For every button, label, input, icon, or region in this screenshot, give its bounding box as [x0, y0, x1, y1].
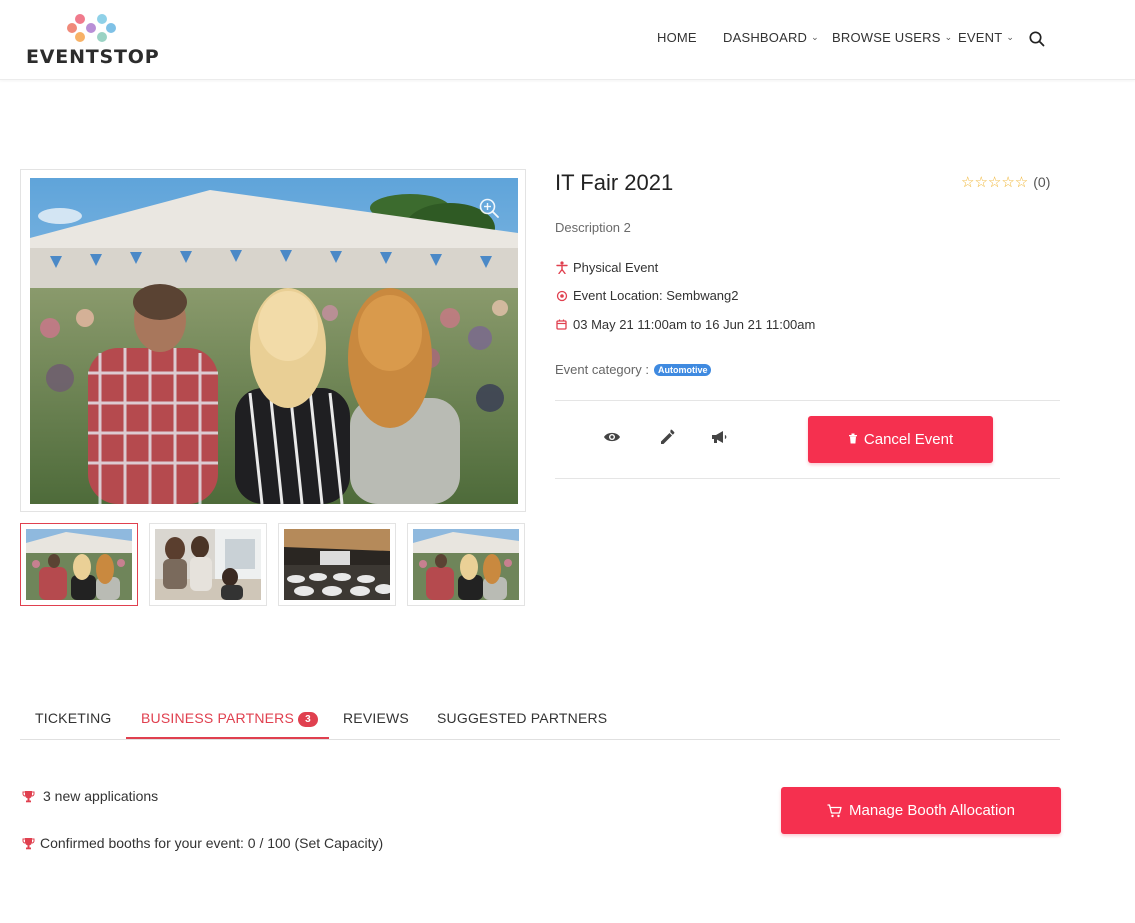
event-description: Description 2: [555, 220, 631, 235]
event-title: IT Fair 2021: [555, 170, 674, 195]
category-badge[interactable]: Automotive: [653, 363, 712, 376]
tab-reviews[interactable]: REVIEWS: [343, 710, 409, 726]
gallery-thumbnail[interactable]: [278, 523, 396, 606]
event-type-row: Physical Event: [555, 260, 658, 275]
trophy-icon: [22, 790, 35, 802]
event-location-row: Event Location: Sembwang2: [555, 288, 739, 303]
event-tabs: TICKETING BUSINESS PARTNERS 3 REVIEWS SUG…: [20, 700, 1060, 740]
tab-business-partners[interactable]: BUSINESS PARTNERS 3: [141, 710, 319, 728]
gallery-thumbnail[interactable]: [20, 523, 138, 606]
gallery-thumbnail[interactable]: [149, 523, 267, 606]
site-header: EVENTSTOP HOME DASHBOARD ⌄ BROWSE USERS ⌄ …: [0, 0, 1135, 80]
main-image-frame: [20, 169, 526, 512]
manage-booth-label: Manage Booth Allocation: [849, 802, 1015, 819]
event-dates-row: 03 May 21 11:00am to 16 Jun 21 11:00am: [555, 317, 815, 332]
confirmed-booths-row: Confirmed booths for your event: 0 / 100…: [22, 835, 383, 851]
person-icon: [555, 261, 568, 274]
cancel-event-button[interactable]: Cancel Event: [808, 416, 993, 463]
gallery-thumbnail[interactable]: [407, 523, 525, 606]
tab-suggested-partners[interactable]: SUGGESTED PARTNERS: [437, 710, 607, 726]
divider: [555, 478, 1060, 479]
nav-dashboard[interactable]: DASHBOARD ⌄: [723, 30, 819, 45]
main-nav: HOME DASHBOARD ⌄ BROWSE USERS ⌄ EVENT ⌄: [0, 30, 1135, 50]
count-badge: 3: [298, 712, 319, 727]
event-dates: 03 May 21 11:00am to 16 Jun 21 11:00am: [573, 317, 816, 332]
event-rating: ☆☆☆☆☆ (0): [961, 173, 1050, 191]
active-tab-underline: [126, 737, 329, 739]
cart-icon: [827, 803, 842, 817]
new-applications-row: 3 new applications: [22, 788, 158, 804]
cancel-event-label: Cancel Event: [863, 431, 954, 448]
rating-count: (0): [1033, 174, 1051, 190]
zoom-in-icon[interactable]: [478, 197, 500, 219]
event-main-image[interactable]: [30, 178, 518, 504]
nav-event[interactable]: EVENT ⌄: [958, 30, 1014, 45]
tab-ticketing[interactable]: TICKETING: [35, 710, 111, 726]
chevron-down-icon: ⌄: [944, 32, 953, 42]
event-location: Event Location: Sembwang2: [573, 288, 739, 303]
nav-browse-users[interactable]: BROWSE USERS ⌄: [832, 30, 952, 45]
search-icon[interactable]: [1028, 30, 1046, 48]
chevron-down-icon: ⌄: [811, 32, 819, 42]
trash-icon: [848, 433, 858, 447]
event-category-row: Event category : Automotive: [555, 362, 712, 377]
event-type: Physical Event: [573, 260, 659, 275]
eye-icon[interactable]: [603, 428, 621, 446]
divider: [555, 400, 1060, 401]
chevron-down-icon: ⌄: [1006, 32, 1015, 42]
nav-home[interactable]: HOME: [657, 30, 697, 45]
target-icon: [555, 289, 568, 302]
trophy-icon: [22, 837, 35, 849]
event-category-label: Event category :: [555, 362, 649, 377]
confirmed-booths-text[interactable]: Confirmed booths for your event: 0 / 100…: [40, 835, 383, 851]
edit-pencil-icon[interactable]: [658, 428, 676, 446]
new-applications-text: 3 new applications: [43, 788, 159, 804]
megaphone-icon[interactable]: [710, 428, 728, 446]
calendar-icon: [555, 318, 568, 331]
star-rating-icon: ☆☆☆☆☆: [961, 174, 1029, 191]
manage-booth-allocation-button[interactable]: Manage Booth Allocation: [781, 787, 1061, 834]
